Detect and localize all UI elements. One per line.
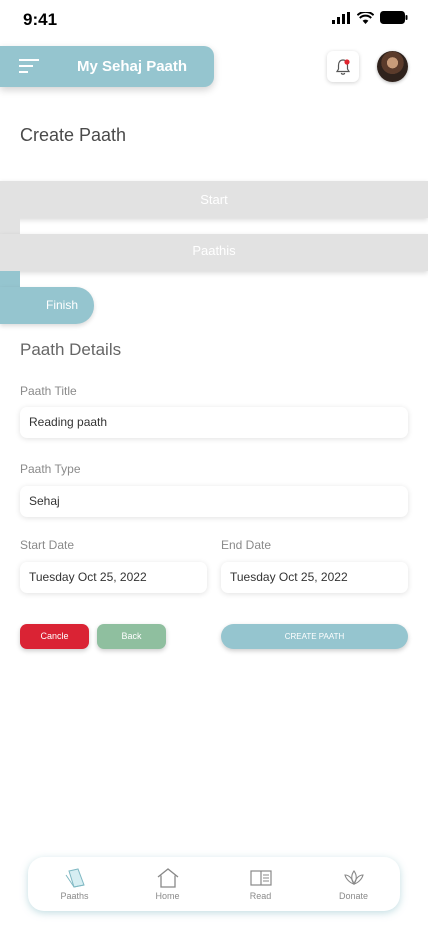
status-time: 9:41 (23, 10, 58, 29)
end-date-field[interactable]: Tuesday Oct 25, 2022 (221, 562, 408, 593)
create-paath-button[interactable]: CREATE PAATH (221, 624, 408, 649)
step-start[interactable]: Start (0, 181, 428, 218)
home-icon (157, 868, 178, 888)
bottom-nav: Paaths Home Read Donate (28, 857, 400, 911)
notification-button[interactable] (327, 51, 359, 82)
paath-type-label: Paath Type (20, 462, 81, 476)
nav-item-home[interactable]: Home (133, 867, 203, 901)
page-title: Create Paath (20, 125, 127, 145)
battery-icon (380, 11, 408, 24)
book-icon (249, 870, 272, 886)
paaths-icon (65, 868, 85, 888)
step-paathis[interactable]: Paathis (0, 234, 428, 271)
step-connector (0, 271, 20, 287)
app-title: My Sehaj Paath (77, 58, 188, 75)
nav-label: Paaths (60, 891, 89, 901)
start-date-field[interactable]: Tuesday Oct 25, 2022 (20, 562, 207, 593)
section-title: Paath Details (20, 340, 122, 359)
nav-item-donate[interactable]: Donate (319, 867, 389, 901)
wifi-icon (357, 11, 374, 24)
lotus-icon (343, 870, 364, 885)
signal-icon (332, 11, 350, 24)
nav-label: Home (155, 891, 180, 901)
nav-label: Read (249, 891, 272, 901)
status-icons (332, 11, 408, 24)
avatar[interactable] (377, 51, 408, 82)
paath-type-field[interactable]: Sehaj (20, 486, 408, 517)
step-finish[interactable]: Finish (0, 287, 94, 324)
paath-title-field[interactable]: Reading paath (20, 407, 408, 438)
status-bar: 9:41 (0, 0, 428, 40)
menu-icon[interactable] (19, 59, 39, 73)
paath-title-label: Paath Title (20, 384, 77, 398)
nav-item-paaths[interactable]: Paaths (40, 867, 110, 901)
nav-label: Donate (338, 891, 369, 901)
cancel-button[interactable]: Cancle (20, 624, 89, 649)
header-bar: My Sehaj Paath (0, 46, 214, 87)
start-date-label: Start Date (20, 538, 75, 552)
step-connector (0, 218, 20, 234)
end-date-label: End Date (221, 538, 272, 552)
back-button[interactable]: Back (97, 624, 166, 649)
nav-item-read[interactable]: Read (226, 867, 296, 901)
bell-icon (335, 58, 351, 75)
